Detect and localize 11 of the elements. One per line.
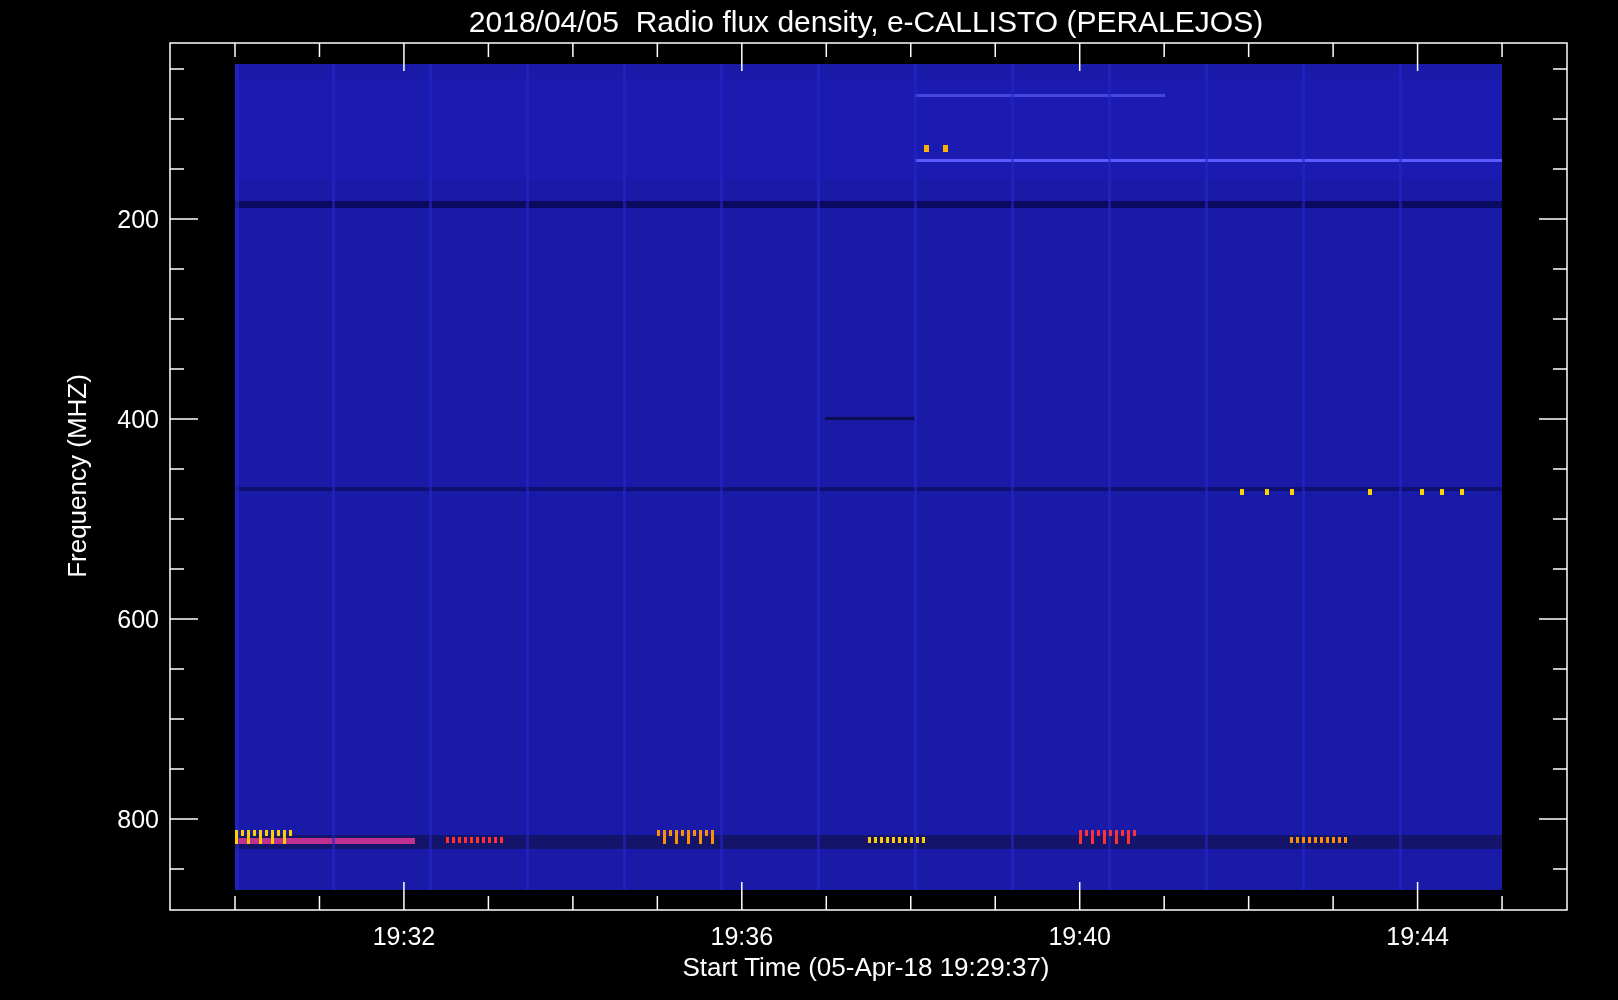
y-tick-label: 600	[117, 605, 159, 633]
x-tick-label: 19:40	[1048, 922, 1111, 950]
y-axis-label: Frequency (MHZ)	[62, 374, 92, 578]
chart-title: 2018/04/05 Radio flux density, e-CALLISTO (PERALEJOS)	[468, 5, 1264, 38]
x-tick-label: 19:44	[1386, 922, 1449, 950]
x-tick-label: 19:36	[710, 922, 774, 950]
x-axis-label: Start Time (05-Apr-18 19:29:37)	[682, 952, 1050, 982]
y-tick-label: 400	[117, 405, 159, 433]
y-tick-label: 200	[117, 205, 159, 233]
x-tick-label: 19:32	[372, 922, 436, 950]
y-tick-label: 800	[117, 805, 159, 833]
